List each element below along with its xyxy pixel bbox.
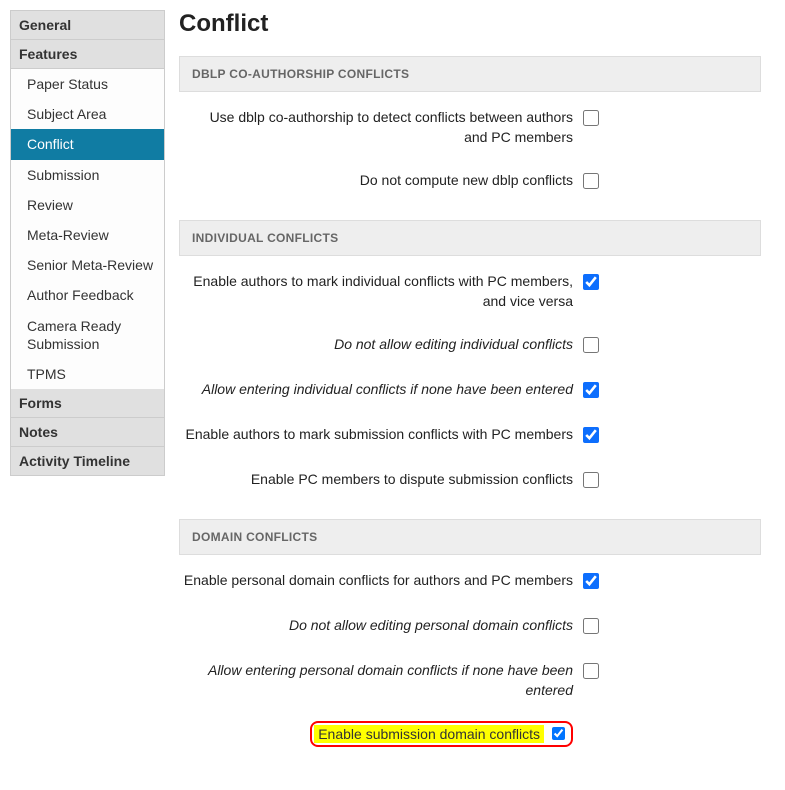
- row-dblp-nocompute: Do not compute new dblp conflicts: [179, 159, 761, 204]
- checkbox-dblp-detect[interactable]: [583, 110, 599, 126]
- sidebar-item-review[interactable]: Review: [11, 190, 164, 220]
- sidebar-item-paper-status[interactable]: Paper Status: [11, 69, 164, 99]
- section-header-individual: INDIVIDUAL CONFLICTS: [179, 220, 761, 256]
- label-individual-enable-authors: Enable authors to mark individual confli…: [183, 272, 573, 311]
- sidebar-item-tpms[interactable]: TPMS: [11, 359, 164, 389]
- row-individual-noedit: Do not allow editing individual conflict…: [179, 323, 761, 368]
- checkbox-individual-submission[interactable]: [583, 427, 599, 443]
- row-domain-noedit: Do not allow editing personal domain con…: [179, 604, 761, 649]
- checkbox-domain-allow-enter[interactable]: [583, 663, 599, 679]
- checkbox-domain-noedit[interactable]: [583, 618, 599, 634]
- checkbox-individual-noedit[interactable]: [583, 337, 599, 353]
- section-header-dblp: DBLP CO-AUTHORSHIP CONFLICTS: [179, 56, 761, 92]
- row-dblp-detect: Use dblp co-authorship to detect conflic…: [179, 96, 761, 159]
- sidebar-feature-list: Paper Status Subject Area Conflict Submi…: [11, 69, 164, 389]
- sidebar-item-subject-area[interactable]: Subject Area: [11, 99, 164, 129]
- row-domain-submission: Enable submission domain conflicts: [179, 713, 761, 759]
- page-title: Conflict: [179, 10, 761, 38]
- sidebar-section-activity-timeline[interactable]: Activity Timeline: [11, 447, 164, 475]
- sidebar-item-submission[interactable]: Submission: [11, 160, 164, 190]
- checkbox-individual-dispute[interactable]: [583, 472, 599, 488]
- sidebar-section-forms[interactable]: Forms: [11, 389, 164, 418]
- checkbox-individual-enable-authors[interactable]: [583, 274, 599, 290]
- row-individual-dispute: Enable PC members to dispute submission …: [179, 458, 761, 503]
- checkbox-dblp-nocompute[interactable]: [583, 173, 599, 189]
- label-individual-dispute: Enable PC members to dispute submission …: [183, 470, 573, 490]
- sidebar-item-conflict[interactable]: Conflict: [11, 129, 164, 159]
- row-individual-allow-enter: Allow entering individual conflicts if n…: [179, 368, 761, 413]
- section-header-domain: DOMAIN CONFLICTS: [179, 519, 761, 555]
- checkbox-individual-allow-enter[interactable]: [583, 382, 599, 398]
- main-content: Conflict DBLP CO-AUTHORSHIP CONFLICTS Us…: [165, 10, 775, 765]
- checkbox-domain-submission[interactable]: [552, 727, 565, 740]
- row-individual-enable-authors: Enable authors to mark individual confli…: [179, 260, 761, 323]
- label-domain-noedit: Do not allow editing personal domain con…: [183, 616, 573, 636]
- settings-sidebar: General Features Paper Status Subject Ar…: [10, 10, 165, 476]
- label-domain-personal: Enable personal domain conflicts for aut…: [183, 571, 573, 591]
- label-individual-submission: Enable authors to mark submission confli…: [183, 425, 573, 445]
- checkbox-domain-personal[interactable]: [583, 573, 599, 589]
- sidebar-section-general[interactable]: General: [11, 11, 164, 40]
- sidebar-section-notes[interactable]: Notes: [11, 418, 164, 447]
- label-dblp-detect: Use dblp co-authorship to detect conflic…: [183, 108, 573, 147]
- label-dblp-nocompute: Do not compute new dblp conflicts: [183, 171, 573, 191]
- row-domain-allow-enter: Allow entering personal domain conflicts…: [179, 649, 761, 712]
- label-individual-noedit: Do not allow editing individual conflict…: [183, 335, 573, 355]
- label-domain-allow-enter: Allow entering personal domain conflicts…: [183, 661, 573, 700]
- sidebar-item-senior-meta-review[interactable]: Senior Meta-Review: [11, 250, 164, 280]
- row-individual-submission: Enable authors to mark submission confli…: [179, 413, 761, 458]
- highlight-callout: Enable submission domain conflicts: [310, 721, 573, 747]
- label-domain-submission: Enable submission domain conflicts: [314, 725, 544, 743]
- row-domain-personal: Enable personal domain conflicts for aut…: [179, 559, 761, 604]
- sidebar-item-camera-ready-submission[interactable]: Camera Ready Submission: [11, 311, 164, 359]
- sidebar-item-author-feedback[interactable]: Author Feedback: [11, 280, 164, 310]
- sidebar-section-features[interactable]: Features: [11, 40, 164, 69]
- label-individual-allow-enter: Allow entering individual conflicts if n…: [183, 380, 573, 400]
- sidebar-item-meta-review[interactable]: Meta-Review: [11, 220, 164, 250]
